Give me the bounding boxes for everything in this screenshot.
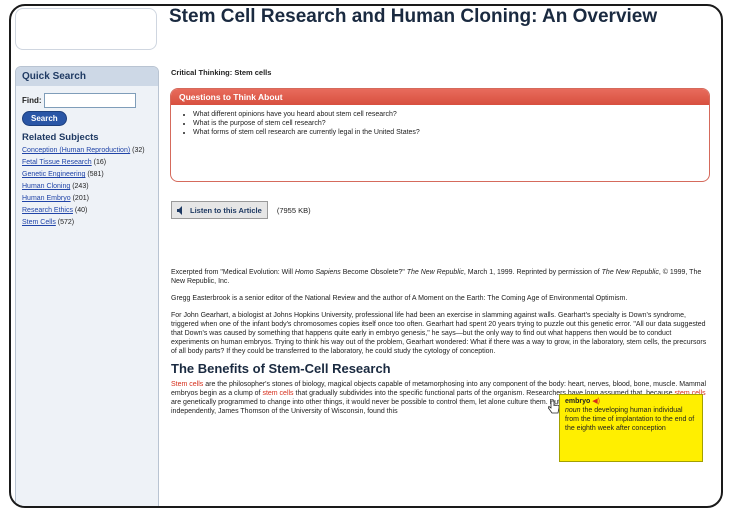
- audio-file-size: (7955 KB): [276, 205, 311, 215]
- text-span: Become Obsolete?": [340, 269, 407, 276]
- article-source-paragraph: Excerpted from "Medical Evolution: Will …: [171, 268, 709, 286]
- subject-link-research-ethics[interactable]: Research Ethics: [22, 207, 73, 214]
- question-item: What forms of stem cell research are cur…: [193, 128, 709, 137]
- find-row: Find:: [16, 86, 158, 108]
- quick-search-title: Quick Search: [16, 67, 158, 86]
- tooltip-part-of-speech: noun: [565, 407, 581, 414]
- subject-count: (32): [132, 147, 145, 154]
- text-span: Excerpted from "Medical Evolution: Will: [171, 269, 295, 276]
- text-span: The New Republic: [406, 269, 464, 276]
- subject-count: (16): [93, 159, 107, 166]
- tooltip-word-row: embryo ◀): [565, 397, 697, 406]
- search-input[interactable]: [43, 93, 136, 108]
- subject-count: (201): [72, 195, 89, 202]
- subject-link-genetic-engineering[interactable]: Genetic Engineering: [22, 171, 85, 178]
- section-heading: The Benefits of Stem-Cell Research: [171, 361, 391, 376]
- subject-count: (572): [57, 219, 75, 226]
- glossary-link[interactable]: Stem cells: [171, 381, 203, 388]
- main-content: Stem Cell Research and Human Cloning: An…: [169, 6, 717, 506]
- find-label: Find:: [22, 96, 42, 105]
- listen-button[interactable]: Listen to this Article: [171, 201, 268, 219]
- subject-link-human-cloning[interactable]: Human Cloning: [22, 183, 70, 190]
- list-item: Fetal Tissue Research (16): [22, 158, 152, 168]
- browser-frame: Quick Search Find: Search Related Subjec…: [9, 4, 723, 508]
- tooltip-speaker-icon[interactable]: ◀): [592, 398, 600, 405]
- subject-link-stem-cells[interactable]: Stem Cells: [22, 219, 56, 226]
- listen-button-label: Listen to this Article: [190, 205, 262, 215]
- search-button[interactable]: Search: [22, 111, 67, 126]
- quick-search-panel: Quick Search Find: Search Related Subjec…: [15, 66, 159, 506]
- question-item: What different opinions have you heard a…: [193, 110, 709, 119]
- tooltip-word: embryo: [565, 398, 591, 405]
- list-item: Human Cloning (243): [22, 182, 152, 192]
- subject-link-conception[interactable]: Conception (Human Reproduction): [22, 147, 130, 154]
- tooltip-definition: the developing human individual from the…: [565, 407, 695, 432]
- page-title: Stem Cell Research and Human Cloning: An…: [169, 6, 658, 27]
- text-span: The New Republic: [601, 269, 659, 276]
- list-item: Research Ethics (40): [22, 206, 152, 216]
- critical-thinking-label: Critical Thinking: Stem cells: [171, 68, 272, 77]
- list-item: Stem Cells (572): [22, 218, 152, 228]
- text-span: , March 1, 1999. Reprinted by permission…: [463, 269, 602, 276]
- list-item: Conception (Human Reproduction) (32): [22, 146, 152, 156]
- author-paragraph: Gregg Easterbrook is a senior editor of …: [171, 295, 628, 302]
- definition-tooltip: embryo ◀) noun the developing human indi…: [559, 394, 703, 462]
- audio-row: Listen to this Article (7955 KB): [171, 201, 311, 219]
- related-subjects-title: Related Subjects: [22, 132, 99, 143]
- subject-count: (243): [72, 183, 89, 190]
- questions-heading: Questions to Think About: [171, 89, 709, 105]
- subject-link-fetal-tissue[interactable]: Fetal Tissue Research: [22, 159, 92, 166]
- tooltip-definition-row: noun the developing human individual fro…: [565, 406, 697, 433]
- subject-link-human-embryo[interactable]: Human Embryo: [22, 195, 71, 202]
- list-item: Human Embryo (201): [22, 194, 152, 204]
- subject-count: (581): [87, 171, 104, 178]
- list-item: Genetic Engineering (581): [22, 170, 152, 180]
- question-item: What is the purpose of stem cell researc…: [193, 119, 709, 128]
- questions-list: What different opinions have you heard a…: [171, 110, 709, 137]
- subject-count: (40): [74, 207, 88, 214]
- article-paragraph: For John Gearhart, a biologist at Johns …: [171, 312, 707, 355]
- related-subjects-list: Conception (Human Reproduction) (32) Fet…: [22, 146, 152, 228]
- speaker-icon: [177, 205, 186, 215]
- glossary-link[interactable]: stem cells: [262, 390, 293, 397]
- text-span: Homo Sapiens: [294, 269, 341, 276]
- logo-box: [15, 8, 157, 50]
- questions-box: Questions to Think About What different …: [170, 88, 710, 182]
- sidebar: Quick Search Find: Search Related Subjec…: [11, 6, 163, 506]
